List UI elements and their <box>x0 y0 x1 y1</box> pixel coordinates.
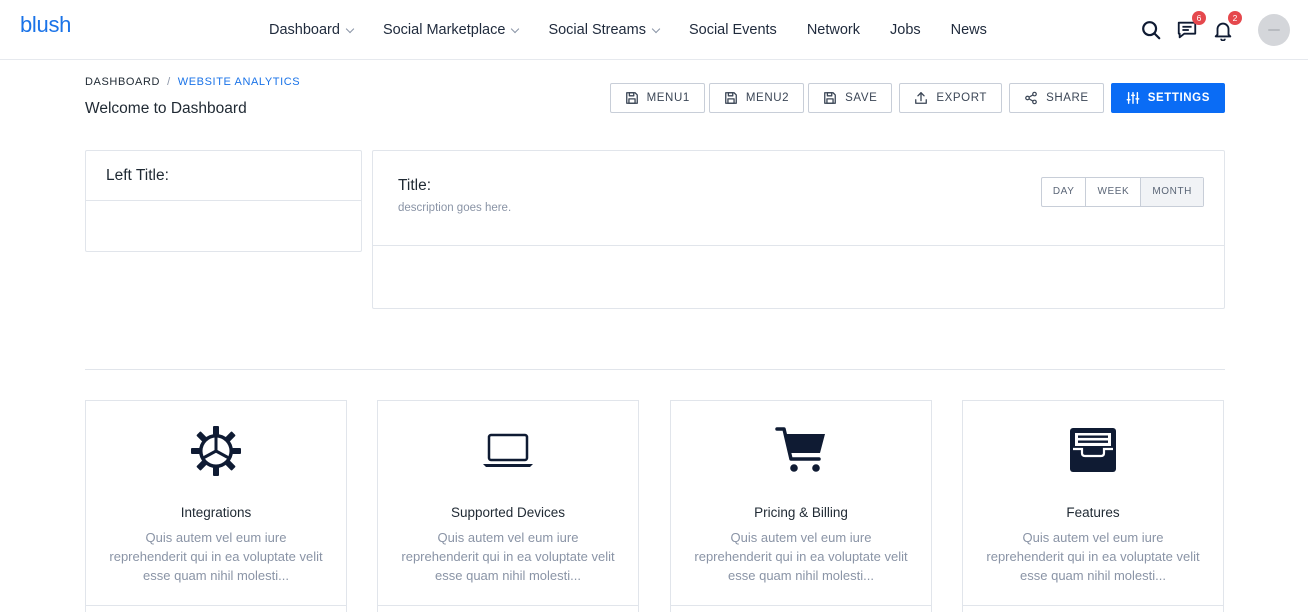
feature-card-integrations[interactable]: Integrations Quis autem vel eum iure rep… <box>85 400 347 612</box>
left-card: Left Title: <box>85 150 362 252</box>
card-footer-divider <box>963 605 1223 606</box>
time-range-toggle: DAY WEEK MONTH <box>1040 177 1204 207</box>
brand-logo[interactable]: blush <box>20 12 71 38</box>
page-title: Welcome to Dashboard <box>85 100 247 117</box>
card-footer-divider <box>378 605 638 606</box>
share-button[interactable]: SHARE <box>1009 83 1104 113</box>
breadcrumb-current: WEBSITE ANALYTICS <box>177 76 301 88</box>
range-day-button[interactable]: DAY <box>1042 178 1086 206</box>
share-icon <box>1025 91 1037 105</box>
floppy-disk-icon <box>824 92 837 104</box>
feature-title: Supported Devices <box>450 505 566 520</box>
notifications-count-badge: 2 <box>1228 11 1242 25</box>
button-label: SAVE <box>845 92 878 104</box>
main-card-header: Title: description goes here. DAY WEEK M… <box>373 151 1224 246</box>
messages-count-badge: 6 <box>1192 11 1206 25</box>
menu1-button[interactable]: MENU1 <box>609 83 705 113</box>
inbox-tray-icon <box>1067 425 1119 477</box>
user-avatar[interactable] <box>1258 14 1290 46</box>
page-actions: MENU1 MENU2 SAVE EXPORT SHARE SETTINGS <box>606 83 1225 113</box>
feature-description: Quis autem vel eum iure reprehenderit qu… <box>109 530 323 583</box>
upload-icon <box>915 92 928 104</box>
notifications-button[interactable]: 2 <box>1212 11 1242 42</box>
main-card-title: Title: <box>398 177 432 194</box>
main-card-description: description goes here. <box>398 202 512 214</box>
nav-item-label: Network <box>806 22 860 38</box>
chevron-down-icon <box>651 24 661 34</box>
button-label: MENU1 <box>646 92 690 104</box>
save-button[interactable]: SAVE <box>808 83 893 113</box>
left-card-title: Left Title: <box>86 151 361 201</box>
nav-item-social-events[interactable]: Social Events <box>689 22 777 38</box>
nav-item-label: Social Streams <box>548 22 646 38</box>
range-week-button[interactable]: WEEK <box>1085 178 1140 206</box>
button-label: MENU2 <box>745 92 790 104</box>
nav-item-social-streams[interactable]: Social Streams <box>548 22 661 38</box>
breadcrumb-separator: / <box>167 76 171 88</box>
gear-icon <box>190 425 242 477</box>
feature-description: Quis autem vel eum iure reprehenderit qu… <box>401 530 615 583</box>
nav-item-label: Jobs <box>890 22 921 38</box>
settings-button[interactable]: SETTINGS <box>1110 83 1225 113</box>
header-actions: 6 2 <box>1126 11 1290 48</box>
sliders-icon <box>1126 92 1140 104</box>
nav-item-label: Social Events <box>688 22 777 38</box>
nav-item-news[interactable]: News <box>951 22 987 38</box>
range-month-button[interactable]: MONTH <box>1140 178 1203 206</box>
nav-item-dashboard[interactable]: Dashboard <box>269 22 355 38</box>
breadcrumb: DASHBOARD / WEBSITE ANALYTICS <box>85 76 300 88</box>
chevron-down-icon <box>345 24 355 34</box>
feature-description: Quis autem vel eum iure reprehenderit qu… <box>694 530 908 583</box>
button-label: SETTINGS <box>1147 92 1210 104</box>
floppy-disk-icon <box>724 92 737 104</box>
card-footer-divider <box>671 605 931 606</box>
nav-item-label: News <box>950 22 987 38</box>
floppy-disk-icon <box>625 92 638 104</box>
nav-item-label: Social Marketplace <box>382 22 506 38</box>
breadcrumb-home[interactable]: DASHBOARD <box>85 76 160 88</box>
feature-card-pricing-billing[interactable]: Pricing & Billing Quis autem vel eum iur… <box>670 400 932 612</box>
search-icon <box>1142 21 1161 40</box>
feature-title: Pricing & Billing <box>754 505 848 520</box>
feature-card-supported-devices[interactable]: Supported Devices Quis autem vel eum iur… <box>377 400 639 612</box>
button-label: SHARE <box>1046 92 1089 104</box>
nav-item-social-marketplace[interactable]: Social Marketplace <box>382 22 520 38</box>
nav-item-label: Dashboard <box>269 22 340 38</box>
cart-icon <box>775 425 827 477</box>
button-label: EXPORT <box>936 92 988 104</box>
chevron-down-icon <box>511 24 520 34</box>
card-footer-divider <box>86 605 346 606</box>
search-button[interactable] <box>1140 19 1162 41</box>
feature-description: Quis autem vel eum iure reprehenderit qu… <box>986 530 1200 583</box>
menu2-button[interactable]: MENU2 <box>708 83 805 113</box>
main-nav: Dashboard Social Marketplace Social Stre… <box>269 0 1017 60</box>
laptop-icon <box>482 425 534 477</box>
main-card: Title: description goes here. DAY WEEK M… <box>372 150 1225 309</box>
feature-card-features[interactable]: Features Quis autem vel eum iure reprehe… <box>962 400 1224 612</box>
feature-title: Features <box>1066 505 1120 520</box>
feature-title: Integrations <box>180 505 252 520</box>
top-navbar: blush Dashboard Social Marketplace Socia… <box>0 0 1308 60</box>
section-divider <box>85 369 1225 370</box>
nav-item-network[interactable]: Network <box>807 22 860 38</box>
messages-button[interactable]: 6 <box>1176 11 1206 41</box>
nav-item-jobs[interactable]: Jobs <box>890 22 921 38</box>
export-button[interactable]: EXPORT <box>899 83 1003 113</box>
